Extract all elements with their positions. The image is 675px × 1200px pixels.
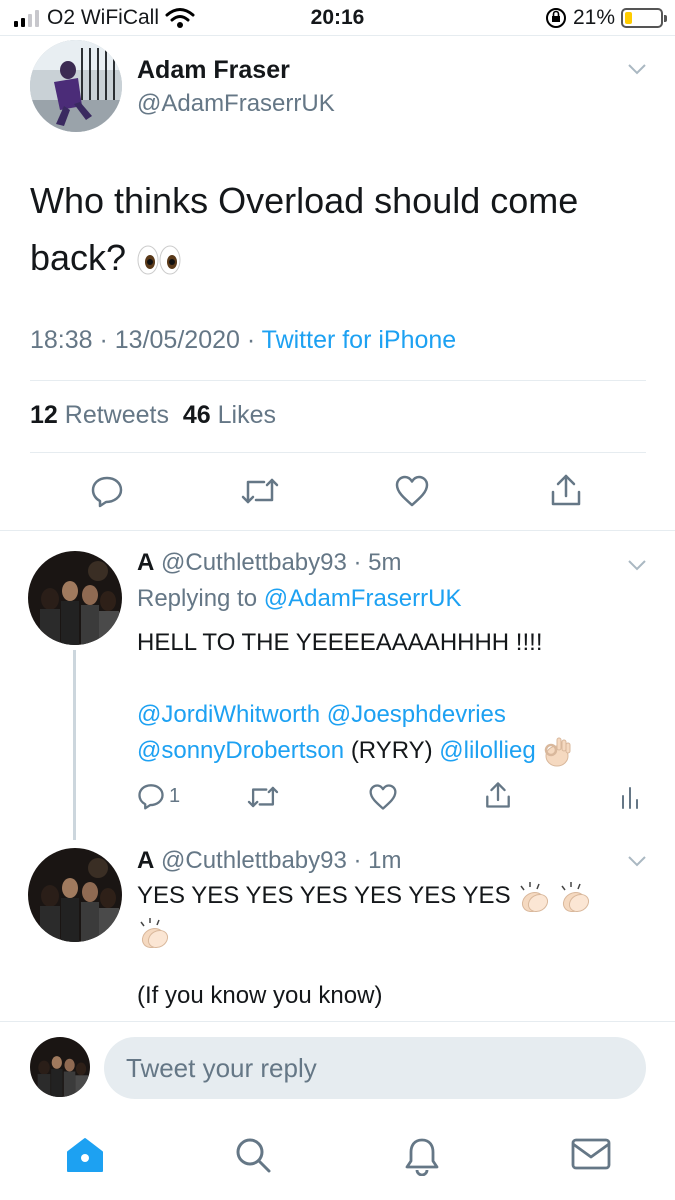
reply-time: · 5m [353,549,402,576]
reply-avatar[interactable] [28,551,122,645]
eyes-emoji-icon [137,245,181,275]
reply-text-line: HELL TO THE YEEEEAAAAHHHH !!!! [137,629,543,656]
tweet-text: Who thinks Overload should come back? [30,172,640,286]
retweet-icon[interactable] [246,783,280,811]
reply-text-line: YES YES YES YES YES YES YES [137,882,511,909]
reply-text: YES YES YES YES YES YES YES (If you know… [137,878,637,1014]
reply-author-handle[interactable]: @Cuthlettbaby93 [161,549,347,576]
battery-icon [621,8,667,28]
reply-text: HELL TO THE YEEEEAAAAHHHH !!!! @JordiWhi… [137,625,637,769]
reply-author-handle[interactable]: @Cuthlettbaby93 [161,847,347,874]
bottom-tab-bar [0,1118,675,1200]
replying-to-handle[interactable]: @AdamFraserrUK [264,585,462,612]
mention-link[interactable]: @lilollieg [439,737,535,764]
chevron-down-icon[interactable] [627,854,647,868]
battery-area: 21% [545,6,667,30]
tweet-source-link[interactable]: Twitter for iPhone [262,326,457,354]
mention-link[interactable]: @Joesphdevries [327,701,506,728]
tweet-timestamp: 18:38 · 13/05/2020 · [30,326,262,354]
reply-time: · 1m [353,847,402,874]
clapping-hands-emoji-icon [140,917,169,948]
clapping-hands-emoji-icon [520,881,549,912]
status-bar: O2 WiFiCall 20:16 21% [0,0,675,36]
replying-to-label: Replying to [137,585,258,612]
reply-text-line: (If you know you know) [137,982,383,1009]
likes-count[interactable]: 46 [183,401,211,429]
divider [30,380,646,381]
tweet-meta: 18:38 · 13/05/2020 · Twitter for iPhone [30,326,456,355]
orientation-lock-icon [545,8,566,28]
mention-link[interactable]: @JordiWhitworth [137,701,320,728]
reply-input[interactable]: Tweet your reply [104,1037,646,1099]
divider [30,452,646,453]
divider [0,530,675,531]
search-icon[interactable] [234,1136,272,1174]
avatar-photo [28,551,122,645]
chevron-down-icon[interactable] [627,62,647,76]
clapping-hands-emoji-icon [561,881,589,912]
tweet-stats: 12 Retweets 46 Likes [30,401,276,430]
reply-avatar[interactable] [28,848,122,942]
tweet-text-content: Who thinks Overload should come back? [30,180,579,278]
thread-connector-line [73,650,76,840]
avatar-photo [30,1037,90,1097]
reply-action[interactable]: 1 [137,782,180,810]
reply-text-fragment: (RYRY) [350,737,433,764]
reply-header: A @Cuthlettbaby93 · 5m [137,549,402,577]
home-icon[interactable] [65,1136,105,1174]
author-avatar[interactable] [30,40,122,132]
reply-icon [138,784,164,810]
mention-link[interactable]: @sonnyDrobertson [137,737,344,764]
author-name[interactable]: Adam Fraser [137,56,290,85]
retweets-count[interactable]: 12 [30,401,58,429]
share-icon[interactable] [549,472,583,508]
retweet-icon[interactable] [240,474,280,508]
messages-icon[interactable] [570,1136,612,1172]
reply-author-name[interactable]: A [137,549,154,576]
avatar-photo [28,848,122,942]
battery-level-fill [625,12,633,24]
battery-percent: 21% [572,6,615,29]
reply-count: 1 [169,784,181,807]
likes-label[interactable]: Likes [218,401,276,429]
analytics-icon[interactable] [620,784,640,810]
share-icon[interactable] [484,780,512,810]
like-icon[interactable] [368,783,398,811]
reply-input-placeholder: Tweet your reply [126,1053,317,1083]
retweets-label[interactable]: Retweets [65,401,169,429]
reply-compose-bar: Tweet your reply [0,1021,675,1116]
user-avatar[interactable] [30,1037,90,1097]
like-icon[interactable] [394,474,430,508]
reply-header: A @Cuthlettbaby93 · 1m [137,847,402,875]
ok-hand-emoji-icon [545,737,571,767]
avatar-photo [30,40,122,132]
replying-to: Replying to @AdamFraserrUK [137,585,461,613]
reply-author-name[interactable]: A [137,847,154,874]
chevron-down-icon[interactable] [627,558,647,572]
notifications-icon[interactable] [404,1136,440,1176]
author-handle[interactable]: @AdamFraserrUK [137,90,335,118]
reply-icon[interactable] [90,474,124,508]
